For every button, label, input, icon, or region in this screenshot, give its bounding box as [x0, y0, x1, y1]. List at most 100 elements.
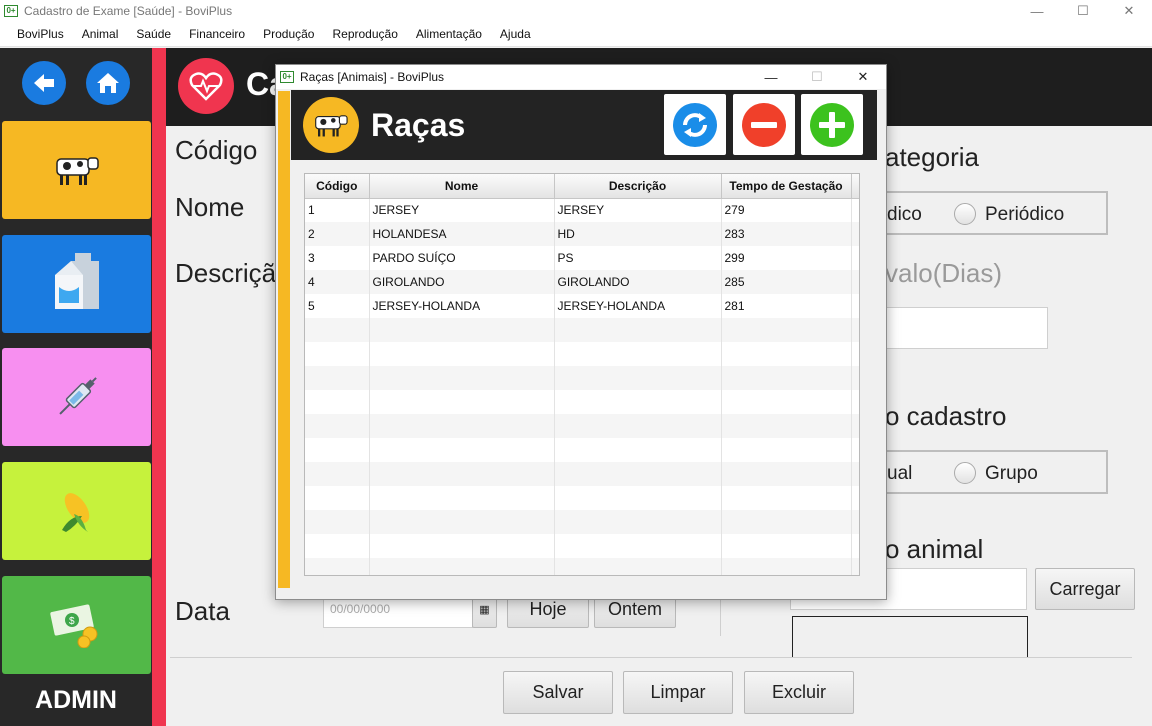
periodico-radio[interactable] — [954, 203, 976, 225]
syringe-icon — [58, 377, 97, 415]
cell-tempo: 281 — [721, 294, 852, 318]
sidebar-item-animal[interactable] — [2, 121, 151, 219]
cell-codigo: 5 — [305, 294, 370, 318]
cell-codigo: 4 — [305, 270, 370, 294]
table-row-empty — [305, 486, 859, 510]
minimize-icon[interactable]: — — [1014, 0, 1060, 22]
column-tempo-gestacao[interactable]: Tempo de Gestação — [721, 174, 852, 199]
menu-producao[interactable]: Produção — [254, 27, 323, 41]
categoria-radio-group: dico Periódico — [870, 191, 1108, 235]
cadastro-label: o cadastro — [885, 401, 1007, 431]
sidebar-item-health[interactable] — [2, 348, 151, 446]
cell-descricao: JERSEY — [554, 198, 722, 222]
dialog-window-controls: — ☐ ✕ — [748, 65, 886, 89]
table-row-empty — [305, 438, 859, 462]
cell-descricao: JERSEY-HOLANDA — [554, 294, 722, 318]
menu-ajuda[interactable]: Ajuda — [491, 27, 540, 41]
menu-boviplus[interactable]: BoviPlus — [8, 27, 73, 41]
dialog-accent-bar — [278, 91, 290, 588]
limpar-button[interactable]: Limpar — [623, 671, 733, 714]
table-row-empty — [305, 534, 859, 558]
table-row[interactable]: 2 HOLANDESA HD 283 — [305, 222, 859, 246]
data-label: Data — [175, 596, 230, 626]
cell-nome: PARDO SUÍÇO — [369, 246, 555, 270]
grupo-radio[interactable] — [954, 462, 976, 484]
table-row-empty — [305, 510, 859, 534]
dialog-title: Raças — [371, 107, 466, 143]
cell-tempo: 285 — [721, 270, 852, 294]
intervalo-input[interactable] — [870, 307, 1048, 349]
cell-codigo: 3 — [305, 246, 370, 270]
carregar-button[interactable]: Carregar — [1035, 568, 1135, 610]
dialog-titlebar: 0+ Raças [Animais] - BoviPlus — ☐ ✕ — [276, 65, 886, 89]
menu-financeiro[interactable]: Financeiro — [180, 27, 254, 41]
table-row[interactable]: 1 JERSEY JERSEY 279 — [305, 198, 859, 222]
table-row-empty — [305, 318, 859, 342]
sidebar-item-finance[interactable]: $ — [2, 576, 151, 674]
sidebar-nav — [0, 48, 152, 118]
menu-alimentacao[interactable]: Alimentação — [407, 27, 491, 41]
column-codigo[interactable]: Código — [305, 174, 370, 199]
table-row-empty — [305, 342, 859, 366]
remove-button[interactable] — [733, 94, 795, 155]
dialog-app-icon: 0+ — [280, 71, 294, 83]
refresh-button[interactable] — [664, 94, 726, 155]
table-row[interactable]: 5 JERSEY-HOLANDA JERSEY-HOLANDA 281 — [305, 294, 859, 318]
periodico-label: Periódico — [985, 204, 1065, 225]
cell-codigo: 1 — [305, 198, 370, 222]
column-nome[interactable]: Nome — [369, 174, 555, 199]
cell-nome: HOLANDESA — [369, 222, 555, 246]
table-row-empty — [305, 414, 859, 438]
sidebar-item-milk[interactable] — [2, 235, 151, 333]
racas-table: Código Nome Descrição Tempo de Gestação … — [304, 173, 860, 576]
refresh-icon — [673, 102, 717, 147]
table-row-empty — [305, 558, 859, 575]
corn-icon — [61, 493, 89, 532]
cell-tempo: 279 — [721, 198, 852, 222]
cell-descricao: PS — [554, 246, 722, 270]
cell-descricao: HD — [554, 222, 722, 246]
dialog-close-icon[interactable]: ✕ — [840, 65, 886, 89]
cell-tempo: 283 — [721, 222, 852, 246]
menu-saude[interactable]: Saúde — [127, 27, 180, 41]
window-title: Cadastro de Exame [Saúde] - BoviPlus — [24, 4, 233, 18]
plus-icon — [810, 102, 854, 147]
menu-animal[interactable]: Animal — [73, 27, 128, 41]
column-filler — [851, 174, 859, 199]
close-icon[interactable]: ✕ — [1106, 0, 1152, 22]
cell-nome: JERSEY — [369, 198, 555, 222]
column-descricao[interactable]: Descrição — [554, 174, 722, 199]
main-titlebar: 0+ Cadastro de Exame [Saúde] - BoviPlus … — [0, 0, 1152, 22]
sidebar-accent-bar — [152, 48, 166, 726]
categoria-option1-label: dico — [887, 204, 922, 225]
grupo-label: Grupo — [985, 463, 1038, 484]
add-button[interactable] — [801, 94, 863, 155]
cow-icon — [303, 97, 359, 153]
cadastro-radio-group: ual Grupo — [870, 450, 1108, 494]
dialog-header: Raças — [291, 90, 877, 160]
home-button[interactable] — [86, 61, 130, 105]
dialog-minimize-icon[interactable]: — — [748, 65, 794, 89]
table-row[interactable]: 4 GIROLANDO GIROLANDO 285 — [305, 270, 859, 294]
menu-reproducao[interactable]: Reprodução — [323, 27, 406, 41]
categoria-label: ategoria — [885, 142, 979, 172]
back-button[interactable] — [22, 61, 66, 105]
cadastro-option1-label: ual — [887, 463, 913, 484]
minus-icon — [742, 102, 786, 147]
intervalo-label: valo(Dias) — [885, 258, 1003, 288]
salvar-button[interactable]: Salvar — [503, 671, 613, 714]
sidebar-item-food[interactable] — [2, 462, 151, 560]
excluir-button[interactable]: Excluir — [744, 671, 854, 714]
table-row-empty — [305, 462, 859, 486]
animal-label: o animal — [885, 534, 984, 564]
dialog-window-title: Raças [Animais] - BoviPlus — [300, 70, 445, 84]
table-row[interactable]: 3 PARDO SUÍÇO PS 299 — [305, 246, 859, 270]
window-controls: — ☐ ✕ — [1014, 0, 1152, 22]
maximize-icon[interactable]: ☐ — [1060, 0, 1106, 22]
milk-carton-icon — [54, 253, 99, 309]
admin-label: ADMIN — [35, 685, 117, 714]
home-icon — [97, 73, 119, 93]
table-row-empty — [305, 390, 859, 414]
dialog-maximize-icon[interactable]: ☐ — [794, 65, 840, 89]
cow-icon — [55, 157, 99, 185]
